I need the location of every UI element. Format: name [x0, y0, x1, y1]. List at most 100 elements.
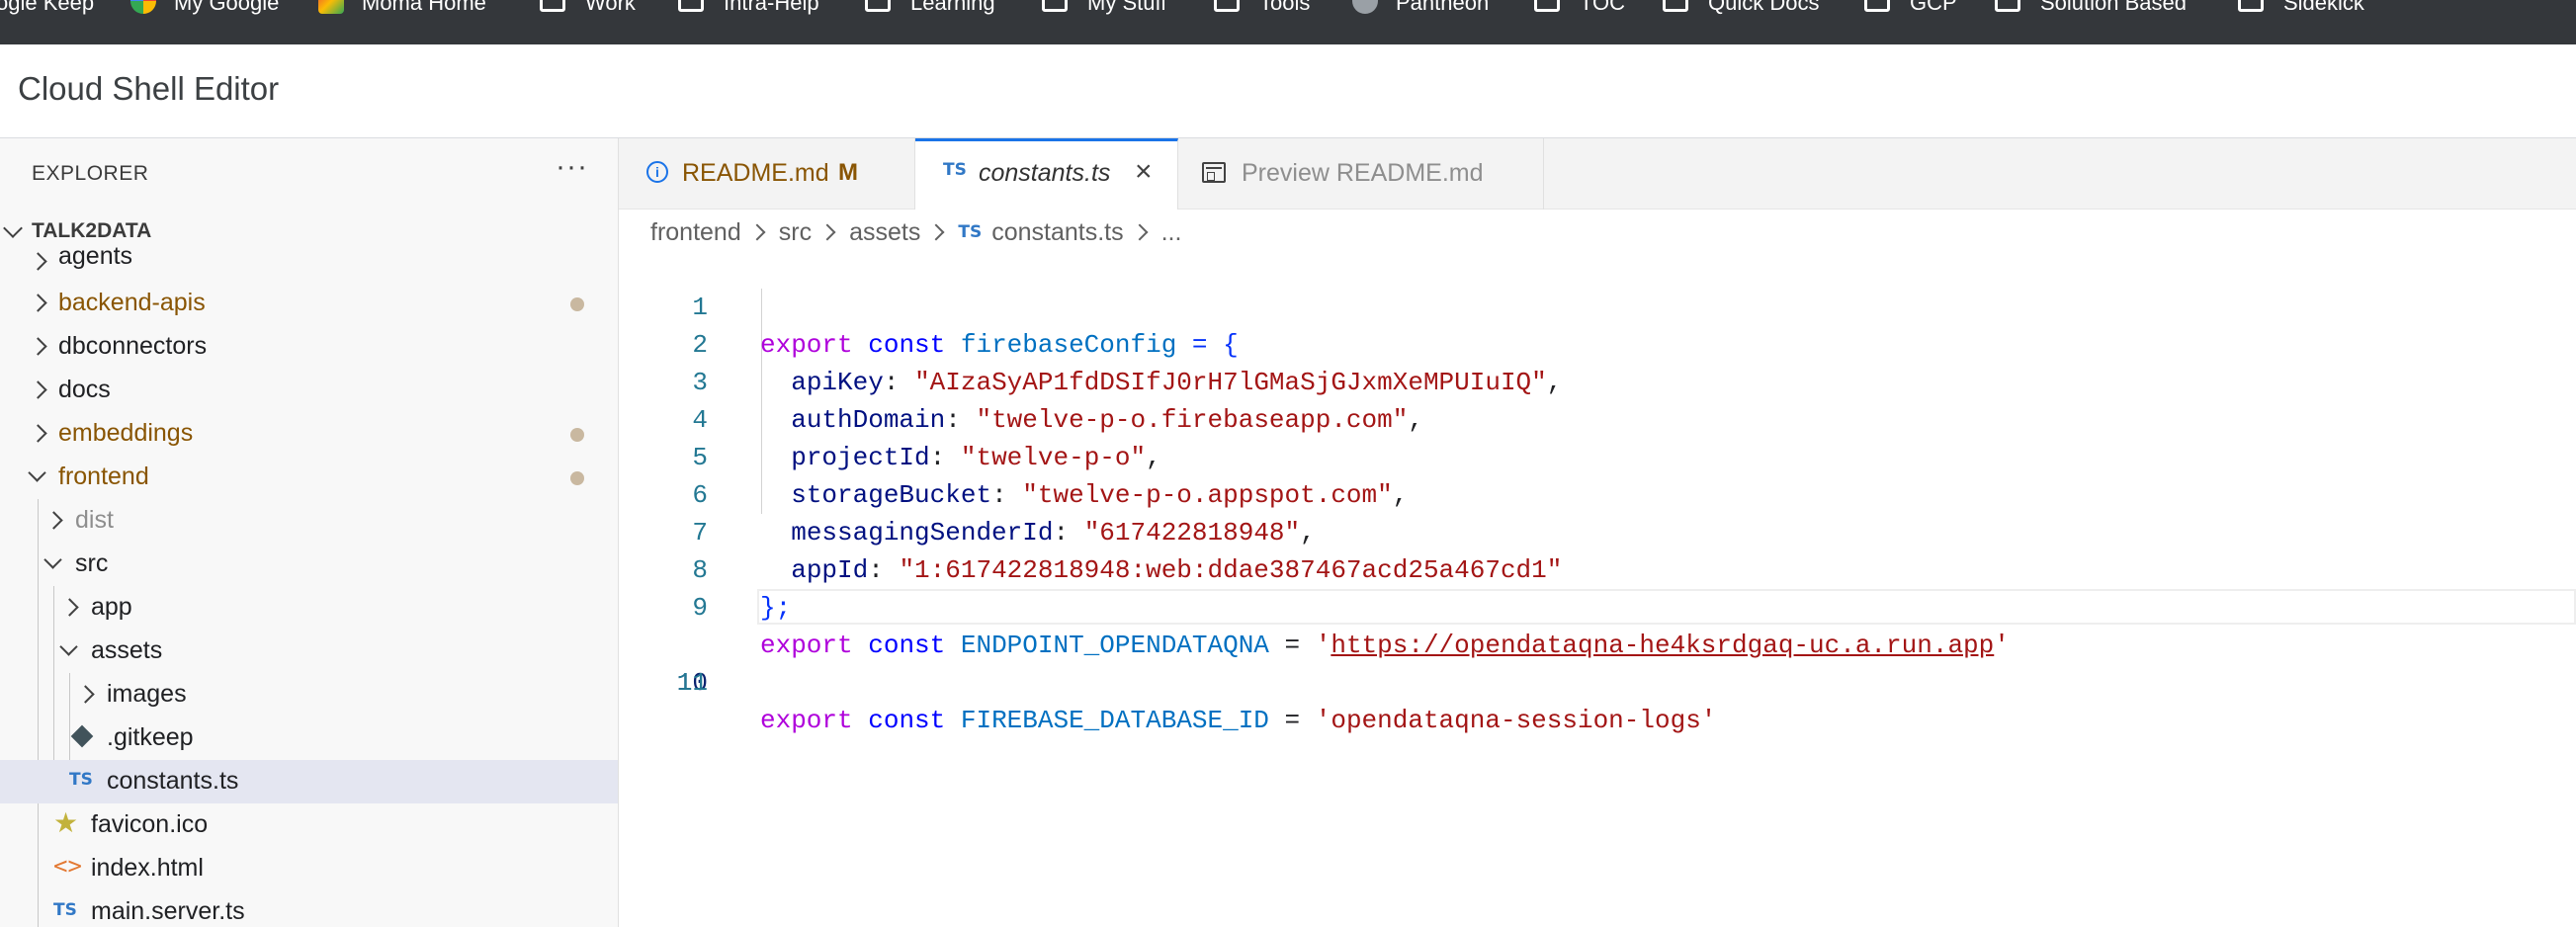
tab-preview-readme[interactable]: Preview README.md [1178, 138, 1544, 210]
modified-indicator [570, 471, 584, 485]
more-actions-icon[interactable]: ··· [556, 150, 588, 184]
tree-item-dist[interactable]: dist [0, 499, 618, 543]
tree-item-gitkeep[interactable]: .gitkeep [0, 716, 618, 760]
google-icon [130, 0, 156, 14]
tree-item-main-server-ts[interactable]: TS main.server.ts [0, 890, 618, 927]
tree-item-label: dbconnectors [58, 332, 208, 360]
tree-item-app[interactable]: app [0, 586, 618, 630]
typescript-icon: TS [69, 770, 93, 790]
code-line[interactable]: 6 messagingSenderId: "617422818948", [619, 439, 2576, 548]
typescript-icon: TS [958, 222, 983, 242]
breadcrumb-item[interactable]: assets [849, 218, 920, 247]
info-icon: i [646, 161, 668, 183]
bookmark-toc[interactable]: TOC [1534, 0, 1625, 14]
app-title: Cloud Shell Editor [18, 70, 280, 107]
tree-item-images[interactable]: images [0, 673, 618, 716]
tree-item-docs[interactable]: docs [0, 369, 618, 412]
breadcrumb-item[interactable]: ... [1161, 218, 1182, 247]
tree-item-frontend[interactable]: frontend [0, 456, 618, 499]
code-line[interactable]: 9 export const ENDPOINT_OPENDATAQNA = 'h… [619, 551, 2576, 660]
bookmark-pantheon[interactable]: Pantheon [1352, 0, 1489, 14]
folder-icon [2238, 0, 2264, 12]
tree-item-label: dist [75, 506, 114, 534]
code-line[interactable]: 8 }; [619, 514, 2576, 623]
close-icon[interactable]: × [1135, 157, 1153, 187]
tab-constants-ts[interactable]: TS constants.ts × [915, 138, 1178, 210]
keyword: const [868, 706, 946, 735]
bookmark-solution-based[interactable]: Solution Based [1995, 0, 2187, 14]
code-editor[interactable]: 1 export const firebaseConfig = { 2 apiK… [619, 251, 2576, 927]
tree-item-favicon[interactable]: ★ favicon.ico [0, 803, 618, 847]
breadcrumb-item[interactable]: constants.ts [991, 218, 1123, 247]
breadcrumb-item[interactable]: frontend [650, 218, 741, 247]
tree-item-label: assets [91, 636, 163, 664]
bookmark-label: Intra-Help [724, 0, 819, 15]
tree-item-label: index.html [91, 854, 204, 882]
explorer-panel: EXPLORER ··· TALK2DATA agents backend-ap… [0, 138, 619, 927]
code-line[interactable]: 3 authDomain: "twelve-p-o.firebaseapp.co… [619, 326, 2576, 435]
tree-item-constants-ts[interactable]: TS constants.ts [0, 760, 618, 803]
folder-icon [865, 0, 891, 12]
bookmark-learning[interactable]: Learning [865, 0, 995, 14]
folder-icon [1663, 0, 1688, 12]
bookmark-work[interactable]: Work [540, 0, 636, 14]
identifier: FIREBASE_DATABASE_ID [960, 706, 1269, 735]
bookmark-google-keep[interactable]: ogle Keep [0, 0, 94, 14]
preview-icon [1202, 162, 1226, 183]
chevron-down-icon [28, 464, 46, 482]
bookmark-tools[interactable]: Tools [1214, 0, 1310, 14]
chevron-right-icon [927, 223, 945, 241]
tab-readme[interactable]: i README.md M [619, 138, 915, 210]
chevron-right-icon [29, 294, 47, 312]
tree-item-embeddings[interactable]: embeddings [0, 412, 618, 456]
bookmark-my-google[interactable]: My Google [130, 0, 279, 14]
bookmark-label: Pantheon [1396, 0, 1490, 15]
keyword: export [760, 706, 853, 735]
tree-item-index-html[interactable]: <> index.html [0, 847, 618, 890]
tree-item-label: src [75, 549, 109, 577]
star-icon: ★ [53, 807, 79, 838]
pantheon-icon [1352, 0, 1378, 14]
chevron-right-icon [29, 252, 47, 271]
code-content: export const FIREBASE_DATABASE_ID = 'ope… [760, 706, 1717, 735]
chevron-right-icon [60, 598, 79, 617]
code-line-current[interactable]: 10 [619, 589, 2576, 698]
bookmark-intra-help[interactable]: Intra-Help [678, 0, 819, 14]
git-icon [70, 724, 94, 748]
chevron-right-icon [748, 223, 766, 241]
tab-label: Preview README.md [1242, 159, 1484, 187]
code-line[interactable]: 7 appId: "1:617422818948:web:ddae387467a… [619, 476, 2576, 585]
moma-icon [318, 0, 344, 14]
tree-item-backend-apis[interactable]: backend-apis [0, 282, 618, 325]
chevron-down-icon [3, 218, 23, 238]
editor-tabs: i README.md M TS constants.ts × Preview … [619, 138, 2576, 210]
tree-item-agents[interactable]: agents [0, 240, 618, 284]
folder-icon [1995, 0, 2020, 12]
bookmark-moma-home[interactable]: Moma Home [318, 0, 486, 14]
tree-item-label: main.server.ts [91, 897, 245, 925]
code-line[interactable]: 5 storageBucket: "twelve-p-o.appspot.com… [619, 401, 2576, 510]
code-line[interactable]: 11 export const FIREBASE_DATABASE_ID = '… [619, 627, 2576, 735]
tree-item-label: backend-apis [58, 289, 206, 316]
breadcrumb-item[interactable]: src [779, 218, 812, 247]
code-line[interactable]: 1 export const firebaseConfig = { [619, 251, 2576, 360]
tree-item-dbconnectors[interactable]: dbconnectors [0, 325, 618, 369]
modified-badge: M [838, 159, 858, 186]
bookmark-label: Tools [1259, 0, 1311, 15]
bookmark-label: TOC [1580, 0, 1626, 15]
tree-item-assets[interactable]: assets [0, 630, 618, 673]
bookmark-quick-docs[interactable]: Quick Docs [1663, 0, 1819, 14]
title-bar: Cloud Shell Editor [0, 44, 2576, 138]
tree-item-label: .gitkeep [107, 723, 194, 751]
folder-icon [540, 0, 565, 12]
bookmark-label: Quick Docs [1708, 0, 1820, 15]
bookmark-my-stuff[interactable]: My Stuff [1042, 0, 1166, 14]
typescript-icon: TS [943, 160, 967, 180]
code-line[interactable]: 2 apiKey: "AIzaSyAP1fdDSIfJ0rH7lGMaSjGJx… [619, 289, 2576, 397]
bookmark-gcp[interactable]: GCP [1864, 0, 1957, 14]
bookmark-sidekick[interactable]: Sidekick [2238, 0, 2364, 14]
chevron-right-icon [818, 223, 836, 241]
code-line[interactable]: 4 projectId: "twelve-p-o", [619, 364, 2576, 472]
tree-item-src[interactable]: src [0, 543, 618, 586]
tree-item-label: embeddings [58, 419, 194, 447]
